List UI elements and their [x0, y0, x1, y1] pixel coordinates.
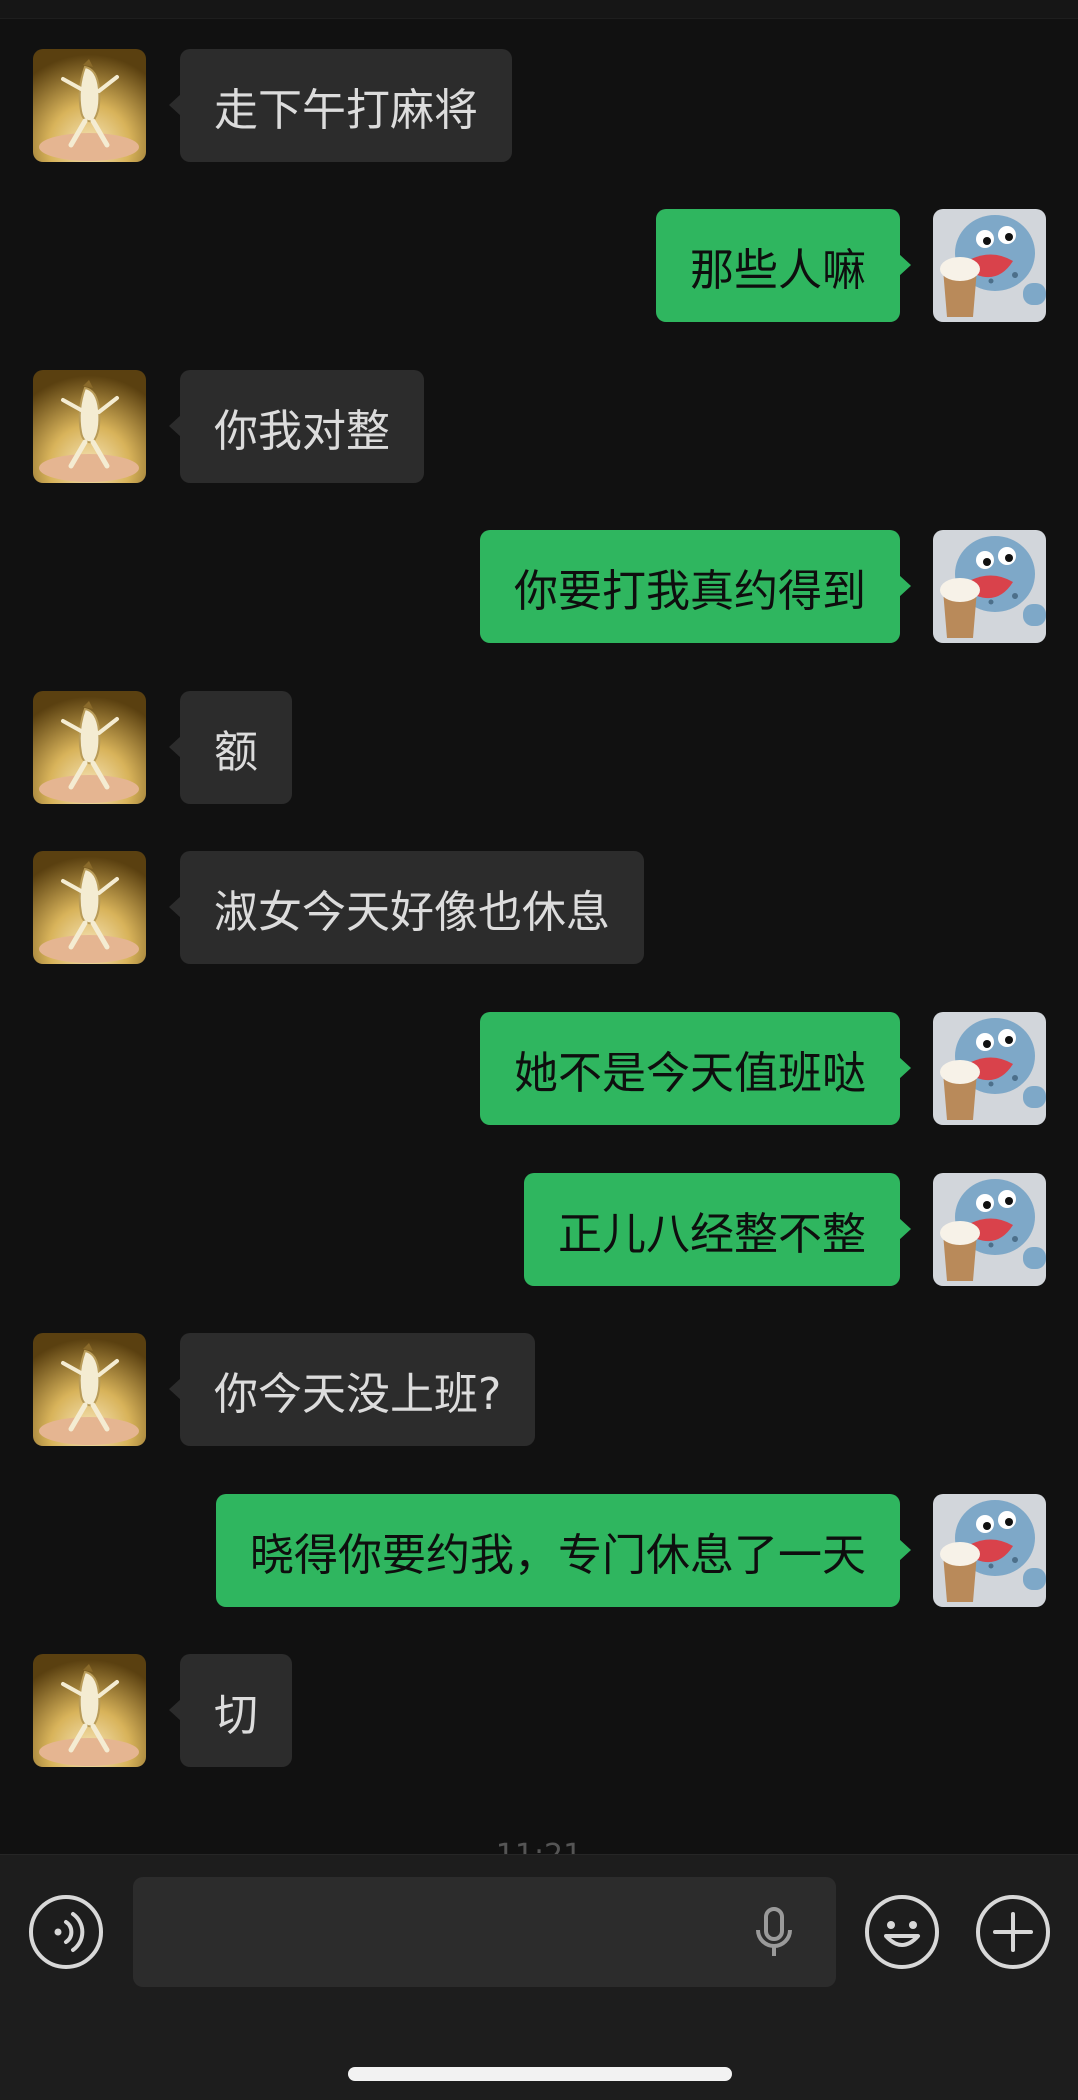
incoming-message-bubble[interactable]: 切	[169, 1654, 292, 1767]
message-input[interactable]	[133, 1877, 836, 1987]
microphone-icon[interactable]	[750, 1906, 798, 1960]
contact-avatar[interactable]	[33, 1333, 146, 1446]
message-text: 你我对整	[214, 405, 390, 457]
self-avatar[interactable]	[933, 1012, 1046, 1125]
message-text: 你要打我真约得到	[514, 565, 866, 617]
contact-avatar[interactable]	[33, 49, 146, 162]
message-row: 正儿八经整不整	[0, 1173, 1078, 1286]
contact-avatar[interactable]	[33, 1654, 146, 1767]
message-text: 额	[214, 726, 258, 778]
message-text: 正儿八经整不整	[558, 1208, 866, 1260]
self-avatar[interactable]	[933, 1494, 1046, 1607]
message-text: 淑女今天好像也休息	[214, 886, 610, 938]
message-row: 你今天没上班?	[0, 1333, 1078, 1446]
message-text: 切	[214, 1689, 258, 1741]
contact-avatar[interactable]	[33, 370, 146, 483]
message-row: 淑女今天好像也休息	[0, 851, 1078, 964]
outgoing-message-bubble[interactable]: 那些人嘛	[656, 209, 911, 322]
message-list: 走下午打麻将 那些人嘛 你我对整 你要打我真约得到 额 淑女今天好像也休息 她不…	[0, 0, 1078, 1873]
self-avatar[interactable]	[933, 1173, 1046, 1286]
message-row: 切	[0, 1654, 1078, 1767]
contact-avatar[interactable]	[33, 691, 146, 804]
voice-toggle-icon[interactable]	[28, 1894, 104, 1970]
contact-avatar[interactable]	[33, 851, 146, 964]
message-text: 你今天没上班?	[214, 1368, 502, 1420]
self-avatar[interactable]	[933, 209, 1046, 322]
outgoing-message-bubble[interactable]: 你要打我真约得到	[480, 530, 911, 643]
message-row: 你要打我真约得到	[0, 530, 1078, 643]
message-text: 晓得你要约我，专门休息了一天	[250, 1529, 866, 1581]
message-text: 那些人嘛	[690, 244, 866, 296]
message-row: 额	[0, 691, 1078, 804]
message-row: 她不是今天值班哒	[0, 1012, 1078, 1125]
incoming-message-bubble[interactable]: 走下午打麻将	[169, 49, 512, 162]
plus-icon[interactable]	[975, 1894, 1051, 1970]
message-text: 走下午打麻将	[214, 84, 478, 136]
message-row: 你我对整	[0, 370, 1078, 483]
message-row: 那些人嘛	[0, 209, 1078, 322]
outgoing-message-bubble[interactable]: 她不是今天值班哒	[480, 1012, 911, 1125]
outgoing-message-bubble[interactable]: 正儿八经整不整	[524, 1173, 911, 1286]
message-row: 走下午打麻将	[0, 49, 1078, 162]
emoji-icon[interactable]	[864, 1894, 940, 1970]
incoming-message-bubble[interactable]: 你我对整	[169, 370, 424, 483]
message-text: 她不是今天值班哒	[514, 1047, 866, 1099]
message-row: 晓得你要约我，专门休息了一天	[0, 1494, 1078, 1607]
incoming-message-bubble[interactable]: 淑女今天好像也休息	[169, 851, 644, 964]
self-avatar[interactable]	[933, 530, 1046, 643]
incoming-message-bubble[interactable]: 额	[169, 691, 292, 804]
outgoing-message-bubble[interactable]: 晓得你要约我，专门休息了一天	[216, 1494, 911, 1607]
home-indicator[interactable]	[348, 2067, 732, 2081]
incoming-message-bubble[interactable]: 你今天没上班?	[168, 1333, 536, 1446]
